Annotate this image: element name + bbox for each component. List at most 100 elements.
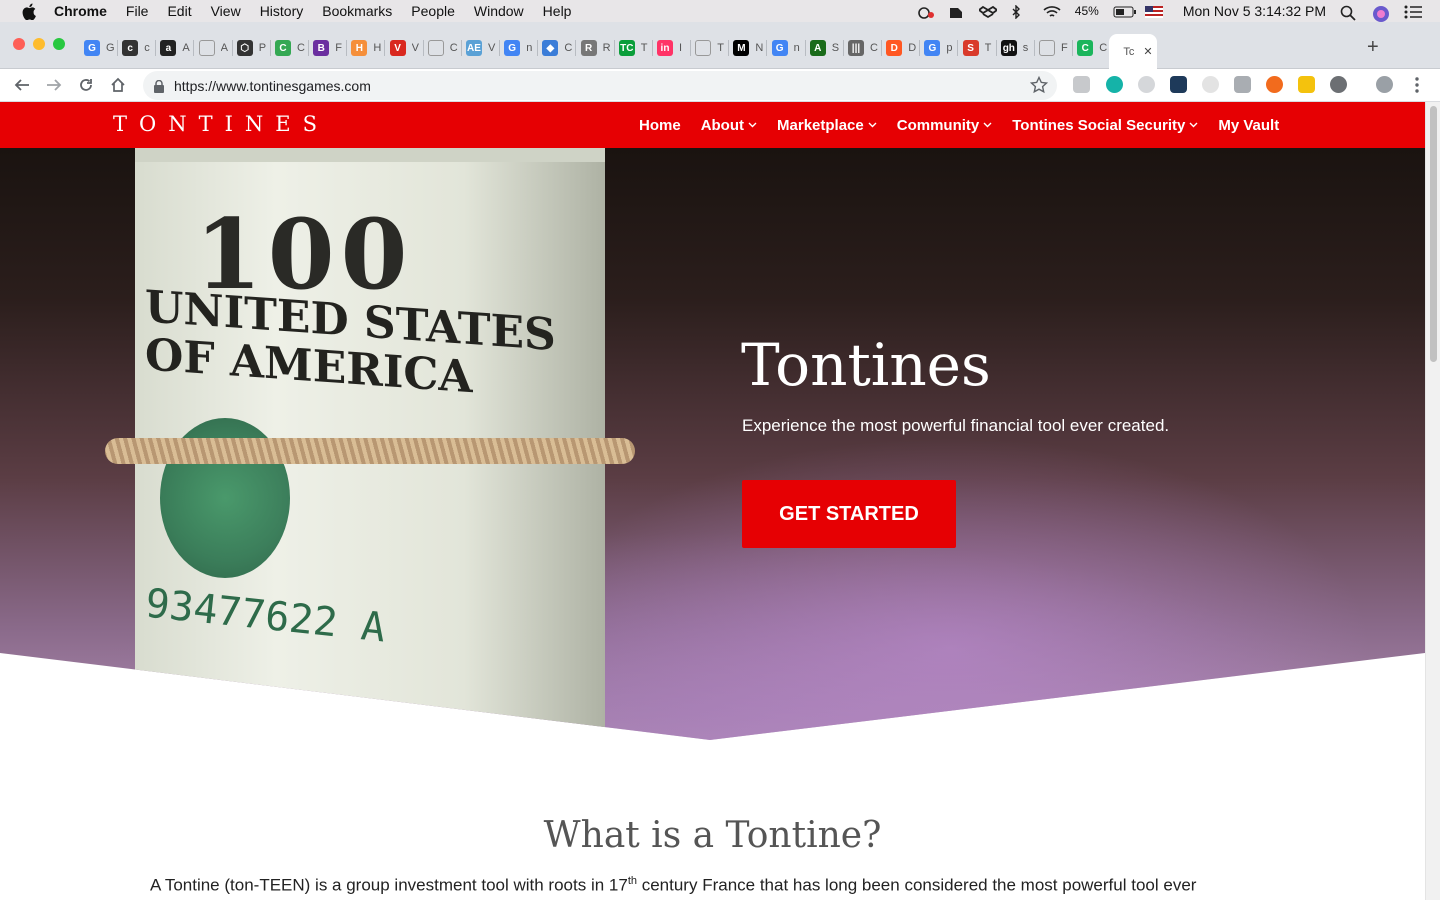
browser-tab[interactable]: AE V [466,34,500,62]
browser-tab[interactable]: BF [313,34,348,62]
hero-subtitle: Experience the most powerful financial t… [742,416,1170,435]
menu-help[interactable]: Help [543,3,572,19]
bookmark-star-icon[interactable] [1029,75,1049,94]
nav-link-home[interactable]: Home [639,117,681,134]
nav-link-label: My Vault [1218,116,1280,134]
reload-button[interactable] [76,75,96,95]
menu-people[interactable]: People [411,3,455,19]
url-text[interactable]: https://www.tontinesgames.com [174,78,371,94]
browser-tab[interactable]: DD [886,34,921,62]
browser-tab[interactable]: T [695,34,730,62]
browser-tab[interactable]: CC [1077,34,1112,62]
get-started-button[interactable]: GET STARTED [742,480,956,548]
browser-tab[interactable]: Tc ✕ [1109,34,1158,69]
lock-icon[interactable] [153,79,165,93]
menu-view[interactable]: View [211,3,241,19]
cloud-sync-icon[interactable] [915,5,934,19]
site-logo[interactable]: TONTINES [113,112,329,136]
page-scrollbar[interactable] [1425,102,1440,900]
notification-center-icon[interactable] [1404,5,1422,18]
window-minimize-button[interactable] [33,38,45,50]
spotlight-search-icon[interactable] [1340,5,1358,21]
browser-tab[interactable]: ST [962,34,997,62]
browser-tab[interactable]: VV [389,34,424,62]
browser-tab[interactable]: CC [275,34,309,62]
close-tab-icon[interactable]: ✕ [1143,45,1152,58]
browser-tab[interactable]: gh s [1000,34,1035,62]
window-zoom-button[interactable] [53,38,65,50]
menu-window[interactable]: Window [474,3,524,19]
nav-link-tontines-social-security[interactable]: Tontines Social Security [1012,117,1198,134]
nav-link-about[interactable]: About [701,117,757,134]
us-flag-icon[interactable] [1144,5,1163,18]
browser-tab[interactable]: ⬡ P [236,34,271,62]
browser-tab[interactable]: A [198,34,233,62]
extension-feather-icon[interactable] [1138,76,1155,93]
tab-separator [690,40,691,56]
menu-edit[interactable]: Edit [167,3,191,19]
browser-tab[interactable]: C [427,34,462,62]
browser-tab[interactable]: ||| C [848,34,882,62]
browser-tab[interactable]: Gn [504,34,539,62]
evernote-icon[interactable] [947,5,965,18]
profile-avatar[interactable] [1376,76,1393,93]
nav-link-my-vault[interactable]: My Vault [1218,117,1279,134]
tab-separator [384,40,386,56]
extension-x-icon[interactable] [1266,76,1283,93]
bluetooth-icon[interactable] [1011,3,1029,20]
extension-react-icon[interactable] [1170,76,1187,93]
macos-menu-bar: Chrome File Edit View History Bookmarks … [0,0,1440,22]
browser-tab[interactable]: RR [580,34,615,62]
nav-link-community[interactable]: Community [897,117,993,134]
new-tab-button[interactable]: + [1367,37,1379,57]
browser-tab[interactable]: ◆ C [542,34,577,62]
battery-icon[interactable] [1113,5,1136,18]
tab-title: P [258,42,267,54]
extension-yellow-icon[interactable] [1298,76,1315,93]
tab-favicon-icon: A [809,40,826,56]
apple-icon[interactable] [20,2,38,20]
browser-tab[interactable]: F [1039,34,1073,62]
site-nav-links: Home About Marketplace Community Tontines So… [639,102,1299,148]
browser-tab[interactable]: aA [160,34,195,62]
back-button[interactable] [12,75,32,95]
tab-separator [766,40,768,56]
browser-tab[interactable]: HH [351,34,386,62]
menu-file[interactable]: File [126,3,149,19]
nav-link-label: Marketplace [777,116,864,134]
extension-circle-icon[interactable] [1202,76,1219,93]
browser-tab[interactable]: cc [122,34,157,62]
browser-tab[interactable]: AS [809,34,844,62]
menu-app-name[interactable]: Chrome [54,3,107,19]
nav-link-label: Community [896,116,980,134]
siri-icon[interactable] [1372,5,1390,22]
tab-title: V [488,42,496,54]
browser-tab[interactable]: MN [733,34,768,62]
tab-title: n [526,42,533,54]
battery-percent: 45% [1074,4,1099,18]
wifi-icon[interactable] [1043,5,1061,18]
browser-tab[interactable]: TC T [618,34,653,62]
browser-tab[interactable]: GG [84,34,118,62]
nav-link-marketplace[interactable]: Marketplace [777,117,877,134]
window-close-button[interactable] [13,38,25,50]
tab-title: s [1022,42,1029,54]
extension-m-icon[interactable] [1106,76,1123,93]
browser-tab[interactable]: Gn [771,34,806,62]
extension-power-icon[interactable] [1330,76,1347,93]
tab-favicon-icon: ||| [848,40,864,56]
address-bar[interactable]: https://www.tontinesgames.com [143,71,1057,100]
browser-tab[interactable]: Gp [924,34,959,62]
forward-button[interactable] [44,75,64,95]
tab-favicon-icon: gh [1000,40,1017,56]
home-button[interactable] [108,75,128,95]
menu-bookmarks[interactable]: Bookmarks [322,3,392,19]
scrollbar-thumb[interactable] [1430,106,1437,362]
menu-history[interactable]: History [260,3,304,19]
menubar-clock[interactable]: Mon Nov 5 3:14:32 PM [1183,3,1326,19]
extension-chat-icon[interactable] [1073,76,1090,93]
chrome-menu-icon[interactable] [1414,76,1422,94]
browser-tab[interactable]: in I [657,34,691,62]
dropbox-icon[interactable] [977,5,999,18]
extension-k-icon[interactable] [1234,76,1251,93]
